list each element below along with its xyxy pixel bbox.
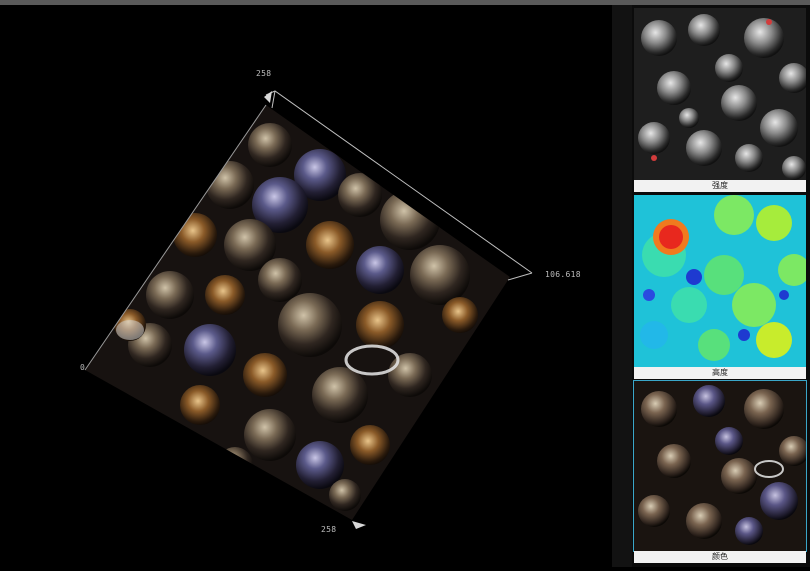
bounding-box-edge-right (507, 272, 533, 281)
thumbnail-label-height[interactable]: 高度 (634, 367, 806, 379)
thumbnail-color[interactable] (633, 380, 807, 552)
axis-label-bottom: 258 (321, 525, 337, 534)
panel-divider[interactable] (612, 5, 632, 567)
axis-label-origin: 0 (80, 363, 86, 372)
thumbnail-intensity[interactable] (634, 8, 806, 180)
axis-marker-top (264, 91, 272, 103)
thumbnail-label-color[interactable]: 颜色 (634, 551, 806, 563)
3d-surface-canvas[interactable] (0, 5, 612, 567)
axis-marker-bottom (352, 521, 366, 529)
view-mode-panel: 强度 高度 颜色 (632, 5, 810, 567)
thumbnail-label-intensity[interactable]: 强度 (634, 180, 806, 192)
bounding-box-edge-vertical (271, 90, 276, 109)
color-image (634, 381, 806, 551)
height-map-image (634, 195, 806, 367)
axis-label-top: 258 (256, 69, 272, 78)
thumbnail-height[interactable] (634, 195, 806, 367)
3d-surface-viewport[interactable]: 258 106.618 258 0 (0, 5, 612, 567)
intensity-image (634, 8, 806, 180)
axis-label-right: 106.618 (545, 270, 581, 279)
